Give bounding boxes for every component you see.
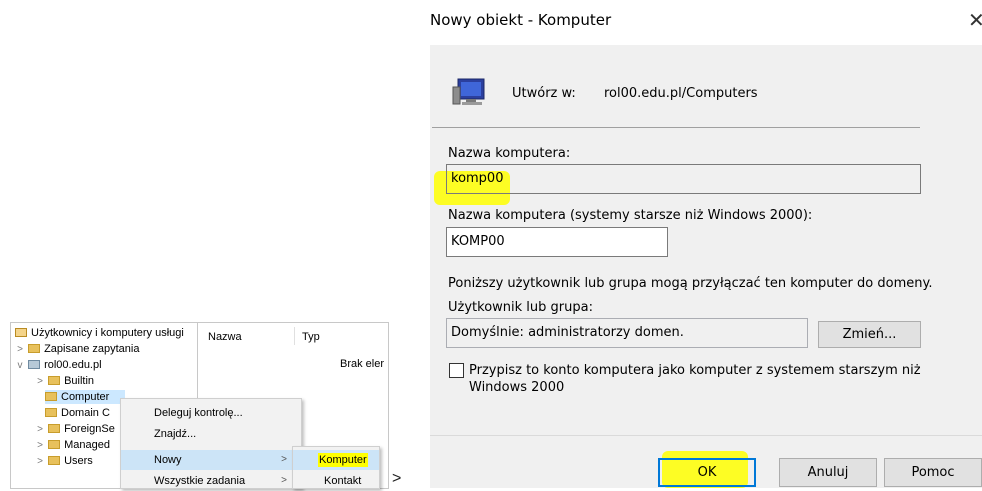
console-root-icon xyxy=(15,328,27,337)
legacy-checkbox-label-line2: Windows 2000 xyxy=(469,380,565,395)
ok-button[interactable]: OK xyxy=(658,458,756,487)
legacy-name-input[interactable]: KOMP00 xyxy=(446,227,668,257)
dialog-footer: OK Anuluj Pomoc xyxy=(430,435,982,488)
context-menu: Deleguj kontrolę... Znajdź... Nowy > Wsz… xyxy=(120,398,302,489)
menu-item-delegate[interactable]: Deleguj kontrolę... xyxy=(121,403,301,423)
collapse-chevron-icon[interactable]: v xyxy=(15,359,25,373)
folder-icon xyxy=(48,376,61,385)
new-computer-dialog: Nowy obiekt - Komputer ✕ Utwórz w: rol00… xyxy=(418,0,982,488)
computer-name-input[interactable]: komp00 xyxy=(446,164,921,194)
column-header-type[interactable]: Typ xyxy=(302,331,320,343)
tree-root[interactable]: Użytkownicy i komputery usługi xyxy=(15,326,184,340)
tree-item-users[interactable]: > Users xyxy=(35,454,93,468)
expand-chevron-icon[interactable]: > xyxy=(35,375,45,389)
legacy-name-label: Nazwa komputera (systemy starsze niż Win… xyxy=(448,208,813,223)
cancel-button[interactable]: Anuluj xyxy=(779,458,877,487)
submenu-item-computer[interactable]: Komputer xyxy=(293,450,379,470)
expand-chevron-icon[interactable]: > xyxy=(15,343,25,357)
user-group-label: Użytkownik lub grupa: xyxy=(448,300,593,315)
step-arrow-glyph: > xyxy=(392,470,402,487)
folder-icon xyxy=(45,392,57,401)
user-group-field: Domyślnie: administratorzy domen. xyxy=(446,318,808,348)
tree-item-foreign-security[interactable]: > ForeignSe xyxy=(35,422,115,436)
create-in-label: Utwórz w: xyxy=(512,86,576,101)
help-button[interactable]: Pomoc xyxy=(884,458,982,487)
menu-item-all-tasks[interactable]: Wszystkie zadania > xyxy=(121,471,301,491)
computer-icon xyxy=(452,77,486,107)
submenu-item-contact[interactable]: Kontakt xyxy=(293,471,379,491)
change-button[interactable]: Zmień... xyxy=(818,321,921,348)
domain-icon xyxy=(28,360,41,369)
menu-item-new[interactable]: Nowy > xyxy=(121,450,301,470)
close-icon[interactable]: ✕ xyxy=(968,8,982,33)
folder-icon xyxy=(48,424,61,433)
tree-item-domain[interactable]: v rol00.edu.pl xyxy=(15,358,102,372)
menu-item-find[interactable]: Znajdź... xyxy=(121,424,301,444)
column-header-name[interactable]: Nazwa xyxy=(208,331,242,343)
legacy-checkbox-label-line1: Przypisz to konto komputera jako kompute… xyxy=(469,363,921,378)
tree-item-builtin[interactable]: > Builtin xyxy=(35,374,94,388)
tree-item-saved-queries[interactable]: > Zapisane zapytania xyxy=(15,342,139,356)
computer-name-label: Nazwa komputera: xyxy=(448,146,571,161)
submenu-new: Komputer Kontakt xyxy=(292,446,380,489)
tree-item-domain-controllers[interactable]: Domain C xyxy=(45,406,110,420)
legacy-computer-checkbox[interactable] xyxy=(449,363,464,378)
folder-icon xyxy=(48,456,61,465)
expand-chevron-icon[interactable]: > xyxy=(35,423,45,437)
dialog-body: Utwórz w: rol00.edu.pl/Computers Nazwa k… xyxy=(430,45,982,435)
join-info-text: Poniższy użytkownik lub grupa mogą przył… xyxy=(448,276,933,291)
tree-item-computers[interactable]: Computer xyxy=(45,390,125,404)
column-divider[interactable] xyxy=(294,327,295,345)
empty-list-text: Brak eler xyxy=(340,358,385,370)
separator xyxy=(432,127,920,128)
expand-chevron-icon[interactable]: > xyxy=(35,455,45,469)
dialog-title: Nowy obiekt - Komputer xyxy=(430,11,612,29)
submenu-arrow-icon: > xyxy=(281,454,287,465)
expand-chevron-icon[interactable]: > xyxy=(35,439,45,453)
folder-icon xyxy=(48,440,61,449)
folder-icon xyxy=(28,344,41,353)
ou-folder-icon xyxy=(45,408,57,417)
tree-item-managed[interactable]: > Managed xyxy=(35,438,110,452)
submenu-arrow-icon: > xyxy=(281,475,287,486)
create-in-path: rol00.edu.pl/Computers xyxy=(604,86,758,101)
